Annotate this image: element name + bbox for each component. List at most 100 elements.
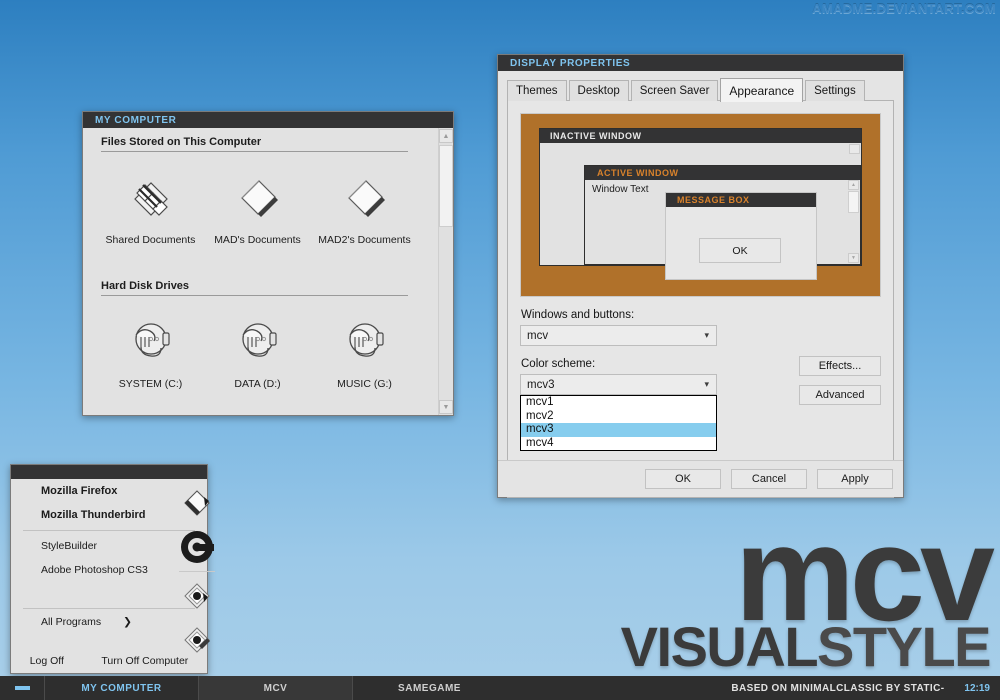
list-item-label: SYSTEM (C:) — [118, 378, 183, 390]
list-item-label: DATA (D:) — [234, 378, 281, 390]
deviantart-watermark: AMADME.DEVIANTART.COM — [812, 1, 996, 16]
list-item[interactable]: MAD's Documents — [204, 166, 311, 246]
preview-inactive-window: INACTIVE WINDOW ACTIVE WINDOW Window Tex… — [539, 128, 862, 280]
dropdown-option-mcv1[interactable]: mcv1 — [521, 396, 716, 410]
hard-drive-icon — [311, 310, 418, 372]
apply-button[interactable]: Apply — [817, 469, 893, 489]
scrollbar-thumb[interactable] — [439, 145, 453, 227]
start-button-icon — [14, 686, 30, 690]
taskbar-item-my-computer[interactable]: MY COMPUTER — [44, 676, 198, 700]
list-item[interactable]: Shared Documents — [97, 166, 204, 246]
tab-screen-saver[interactable]: Screen Saver — [630, 80, 719, 101]
preview-message-box-title: MESSAGE BOX — [677, 195, 750, 205]
list-item-label: Shared Documents — [105, 234, 196, 246]
list-item-label: MUSIC (G:) — [337, 378, 392, 390]
cancel-button[interactable]: Cancel — [731, 469, 807, 489]
preview-scroll-up-icon: ▲ — [848, 180, 859, 190]
windows-and-buttons-select[interactable]: mcv ▾ — [520, 325, 717, 346]
ok-button[interactable]: OK — [645, 469, 721, 489]
list-item[interactable]: MUSIC (G:) — [311, 310, 418, 390]
color-scheme-value: mcv3 — [527, 378, 555, 391]
color-scheme-dropdown-list[interactable]: mcv1 mcv2 mcv3 mcv4 — [520, 395, 717, 451]
appearance-side-buttons: Effects... Advanced — [799, 356, 881, 414]
photoshop-icon — [175, 618, 219, 662]
start-button[interactable] — [0, 676, 44, 700]
scroll-up-icon[interactable]: ▲ — [439, 129, 453, 143]
appearance-preview: INACTIVE WINDOW ACTIVE WINDOW Window Tex… — [520, 113, 881, 297]
hard-drive-icon — [204, 310, 311, 372]
start-menu-icon-column — [175, 481, 219, 662]
drives-icon-list: SYSTEM (C:) DATA (D:) MUSIC (G:) — [83, 296, 453, 390]
mcv-logo-sub-style: STYLE — [817, 615, 991, 679]
files-icon-list: Shared Documents MAD's Documents MAD2's … — [83, 152, 453, 246]
dropdown-option-mcv4[interactable]: mcv4 — [521, 437, 716, 451]
folder-icon — [204, 166, 311, 228]
preview-scrollbar: ▲ ▼ — [848, 180, 859, 263]
dropdown-option-mcv2[interactable]: mcv2 — [521, 410, 716, 424]
preview-scrollbar-thumb — [848, 191, 859, 213]
scroll-down-icon[interactable]: ▼ — [439, 400, 453, 414]
preview-active-titlebar: ACTIVE WINDOW — [585, 166, 860, 180]
appearance-panel: INACTIVE WINDOW ACTIVE WINDOW Window Tex… — [507, 100, 894, 498]
windows-and-buttons-value: mcv — [527, 329, 549, 342]
mcv-logo: mcv VISUALSTYLE — [621, 498, 995, 675]
my-computer-titlebar[interactable]: MY COMPUTER — [83, 112, 453, 128]
preview-inactive-titlebar: INACTIVE WINDOW — [540, 129, 861, 143]
firefox-document-icon — [175, 481, 219, 525]
log-off-button[interactable]: Log Off — [30, 655, 64, 667]
stylebuilder-icon — [175, 574, 219, 618]
taskbar-clock[interactable]: 12:19 — [964, 676, 1000, 700]
list-item-label: MAD2's Documents — [318, 234, 411, 246]
preview-scroll-down-icon: ▼ — [848, 253, 859, 263]
my-computer-content: Files Stored on This Computer Shared Doc… — [83, 128, 453, 415]
chevron-right-icon: ❯ — [123, 616, 132, 628]
mcv-logo-sub-visual: VISUAL — [620, 615, 819, 679]
preview-message-box-titlebar: MESSAGE BOX — [666, 193, 816, 207]
preview-active-window: ACTIVE WINDOW Window Text MESSAGE BOX OK… — [584, 165, 861, 280]
windows-and-buttons-label: Windows and buttons: — [521, 309, 635, 321]
preview-ok-button: OK — [699, 238, 781, 263]
display-properties-title: DISPLAY PROPERTIES — [510, 57, 631, 69]
section-heading-drives: Hard Disk Drives — [101, 280, 190, 292]
preview-inactive-scroll-up-icon — [849, 144, 860, 154]
tab-settings[interactable]: Settings — [805, 80, 865, 101]
tab-themes[interactable]: Themes — [507, 80, 567, 101]
tab-desktop[interactable]: Desktop — [568, 80, 629, 101]
start-menu-divider — [23, 608, 195, 609]
taskbar-credit-note: BASED ON MINIMALCLASSIC BY STATIC- — [731, 682, 945, 694]
display-properties-window[interactable]: DISPLAY PROPERTIES Themes Desktop Screen… — [497, 54, 904, 498]
advanced-button[interactable]: Advanced — [799, 385, 881, 405]
taskbar-spacer — [506, 676, 731, 700]
list-item[interactable]: DATA (D:) — [204, 310, 311, 390]
display-properties-titlebar[interactable]: DISPLAY PROPERTIES — [498, 55, 903, 71]
start-menu-divider — [23, 530, 195, 531]
chevron-down-icon: ▾ — [704, 379, 709, 389]
preview-inactive-title: INACTIVE WINDOW — [550, 131, 642, 141]
preview-active-title: ACTIVE WINDOW — [597, 168, 679, 178]
color-scheme-select[interactable]: mcv3 ▾ — [520, 374, 717, 395]
start-menu[interactable]: Mozilla Firefox Mozilla Thunderbird Styl… — [10, 464, 215, 674]
start-menu-icon-divider — [179, 571, 215, 572]
tabstrip: Themes Desktop Screen Saver Appearance S… — [507, 78, 894, 102]
list-item[interactable]: MAD2's Documents — [311, 166, 418, 246]
preview-message-box: MESSAGE BOX OK — [665, 192, 817, 280]
list-item-label: MAD's Documents — [214, 234, 301, 246]
my-computer-scrollbar[interactable]: ▲ ▼ — [438, 128, 453, 415]
mcv-logo-sub: VISUALSTYLE — [621, 619, 992, 675]
list-item[interactable]: SYSTEM (C:) — [97, 310, 204, 390]
taskbar-item-mcv[interactable]: MCV — [198, 676, 352, 700]
section-heading-files: Files Stored on This Computer — [101, 136, 262, 148]
tab-appearance[interactable]: Appearance — [720, 78, 804, 102]
dialog-footer: OK Cancel Apply — [498, 460, 903, 497]
taskbar: MY COMPUTER MCV SAMEGAME BASED ON MINIMA… — [0, 676, 1000, 700]
mcv-logo-main: mcv — [734, 498, 995, 650]
taskbar-item-samegame[interactable]: SAMEGAME — [352, 676, 506, 700]
my-computer-window[interactable]: MY COMPUTER Files Stored on This Compute… — [82, 111, 454, 416]
display-properties-content: Themes Desktop Screen Saver Appearance S… — [498, 71, 903, 498]
dropdown-option-mcv3[interactable]: mcv3 — [521, 423, 716, 437]
folder-icon — [311, 166, 418, 228]
effects-button[interactable]: Effects... — [799, 356, 881, 376]
my-computer-title: MY COMPUTER — [95, 114, 177, 126]
thunderbird-icon — [175, 525, 219, 569]
chevron-down-icon: ▾ — [704, 330, 709, 340]
